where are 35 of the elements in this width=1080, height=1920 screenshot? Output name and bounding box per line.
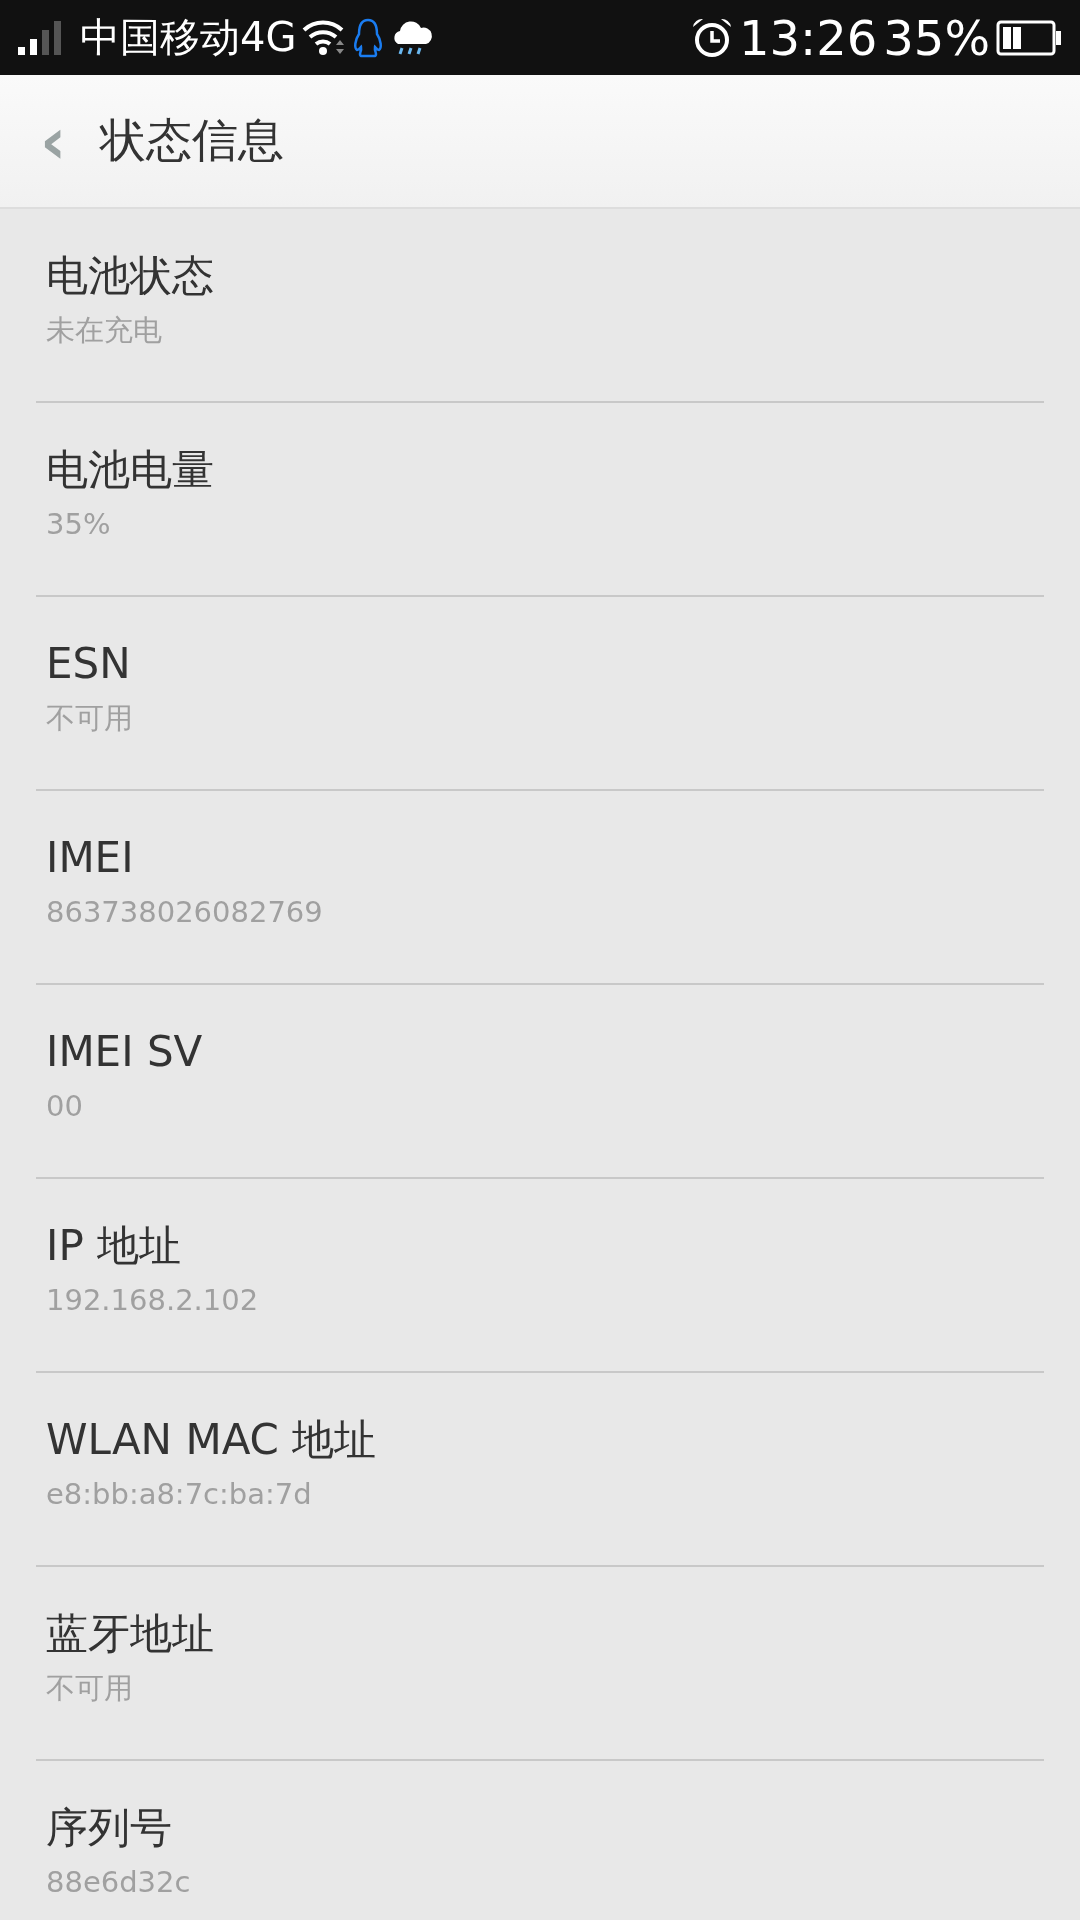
info-row[interactable]: ESN 不可用 (36, 597, 1044, 791)
item-value: 863738026082769 (46, 895, 324, 931)
item-label: WLAN MAC 地址 (46, 1415, 378, 1466)
item-label: ESN (46, 639, 132, 690)
info-row[interactable]: 序列号 88e6d32c (36, 1761, 1044, 1920)
item-value: 35% (46, 507, 112, 543)
item-value: 未在充电 (46, 313, 163, 349)
item-label: IMEI (46, 833, 135, 884)
item-label: 序列号 (46, 1803, 173, 1854)
info-row[interactable]: 电池状态 未在充电 (36, 209, 1044, 403)
info-row[interactable]: 电池电量 35% (36, 403, 1044, 597)
info-row[interactable]: 蓝牙地址 不可用 (36, 1567, 1044, 1761)
penguin-icon (352, 17, 385, 58)
info-row[interactable]: IP 地址 192.168.2.102 (36, 1179, 1044, 1373)
signal-icon (18, 20, 64, 55)
clock-time: 13:26 (739, 9, 878, 66)
item-value: 不可用 (46, 701, 134, 737)
item-label: 蓝牙地址 (46, 1609, 215, 1660)
item-label: 电池电量 (46, 445, 215, 496)
item-value: 00 (46, 1089, 84, 1125)
item-label: IP 地址 (46, 1221, 183, 1272)
item-value: 192.168.2.102 (46, 1283, 260, 1319)
info-row[interactable]: IMEI 863738026082769 (36, 791, 1044, 985)
item-label: 电池状态 (46, 251, 215, 302)
battery-percent: 35% (883, 9, 990, 66)
page-title: 状态信息 (100, 112, 285, 169)
item-value: 不可用 (46, 1671, 134, 1707)
item-label: IMEI SV (46, 1027, 204, 1078)
carrier-name: 中国移动4G (80, 13, 297, 62)
info-row[interactable]: IMEI SV 00 (36, 985, 1044, 1179)
item-value: 88e6d32c (46, 1865, 192, 1901)
info-row[interactable]: WLAN MAC 地址 e8:bb:a8:7c:ba:7d (36, 1373, 1044, 1567)
item-value: e8:bb:a8:7c:ba:7d (46, 1477, 313, 1513)
battery-icon (996, 19, 1062, 56)
alarm-clock-icon (691, 16, 733, 59)
